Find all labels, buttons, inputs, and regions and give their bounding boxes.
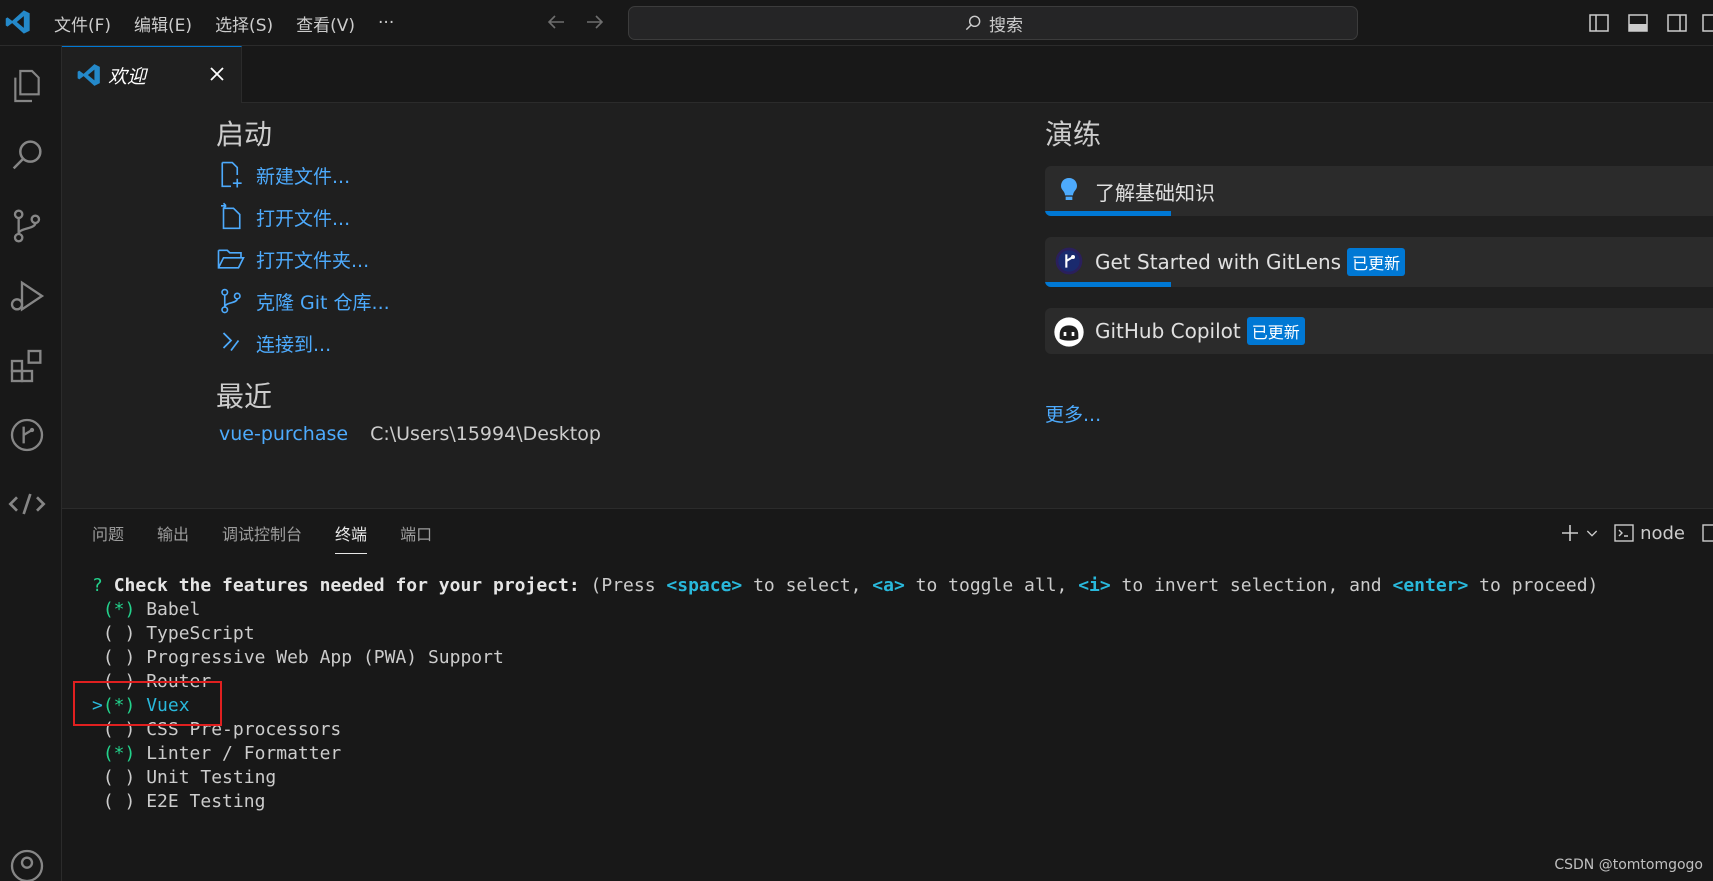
remote-explorer-icon[interactable] xyxy=(7,484,47,524)
source-control-icon xyxy=(221,288,241,314)
customize-layout-icon[interactable] xyxy=(1700,11,1713,35)
terminal-option: ( ) Progressive Web App (PWA) Support xyxy=(102,647,504,668)
folder-open-icon xyxy=(217,249,245,269)
recent-item-name[interactable]: vue-purchase xyxy=(219,423,348,445)
terminal-profile-label[interactable]: node xyxy=(1640,523,1685,544)
search-icon xyxy=(965,15,981,31)
walkthrough-card-copilot[interactable]: GitHub Copilot 已更新 xyxy=(1045,308,1713,354)
tab-problems[interactable]: 问题 xyxy=(92,521,124,554)
new-terminal-plus-icon[interactable] xyxy=(1558,521,1582,545)
source-control-icon[interactable] xyxy=(7,206,47,246)
tab-output[interactable]: 输出 xyxy=(157,521,189,554)
walkthrough-card-gitlens[interactable]: Get Started with GitLens 已更新 xyxy=(1045,237,1713,287)
terminal-prompt-line: ? Check the features needed for your pro… xyxy=(92,575,1599,596)
bottom-panel: 问题 输出 调试控制台 终端 端口 node ? Check the featu… xyxy=(62,508,1713,881)
command-center-search[interactable]: 搜索 xyxy=(628,6,1358,40)
accounts-icon[interactable] xyxy=(7,846,47,881)
editor-tab-bar: 欢迎 xyxy=(62,46,1713,103)
more-walkthroughs-link[interactable]: 更多... xyxy=(1045,400,1101,427)
toggle-secondary-sidebar-icon[interactable] xyxy=(1665,11,1689,35)
open-file-icon xyxy=(221,202,241,230)
tab-debug-console[interactable]: 调试控制台 xyxy=(222,521,302,554)
tab-label: 欢迎 xyxy=(108,65,147,88)
walkthrough-progress-bar xyxy=(1045,211,1171,216)
recent-item[interactable]: vue-purchase C:\Users\15994\Desktop xyxy=(219,423,601,445)
vscode-logo-icon xyxy=(5,10,30,34)
search-icon[interactable] xyxy=(7,135,47,175)
walkthrough-card-basics[interactable]: 了解基础知识 xyxy=(1045,166,1713,216)
toggle-panel-icon[interactable] xyxy=(1626,11,1650,35)
tab-ports[interactable]: 端口 xyxy=(400,521,432,554)
annotation-highlight-box xyxy=(73,681,222,726)
menu-bar: 文件(F) 编辑(E) 选择(S) 查看(V) ··· xyxy=(54,0,417,46)
menu-selection[interactable]: 选择(S) xyxy=(215,11,273,36)
lightbulb-icon xyxy=(1061,178,1077,200)
terminal-option: ( ) Unit Testing xyxy=(102,767,277,788)
menu-file[interactable]: 文件(F) xyxy=(54,11,111,36)
toggle-primary-sidebar-icon[interactable] xyxy=(1587,11,1611,35)
new-file-link[interactable]: 新建文件... xyxy=(216,158,350,192)
walkthrough-title: GitHub Copilot xyxy=(1095,319,1241,343)
close-icon[interactable] xyxy=(205,62,229,86)
panel-actions: node xyxy=(1558,521,1713,545)
open-folder-link[interactable]: 打开文件夹... xyxy=(216,242,369,276)
explorer-icon[interactable] xyxy=(7,66,47,106)
clone-git-repo-link[interactable]: 克隆 Git 仓库... xyxy=(216,284,390,318)
copilot-icon xyxy=(1054,317,1084,347)
walkthrough-progress-bar xyxy=(1045,282,1171,287)
chevron-down-icon[interactable] xyxy=(1584,525,1600,541)
extensions-icon[interactable] xyxy=(7,346,47,386)
vscode-logo-icon xyxy=(77,64,100,86)
welcome-page: 启动 新建文件... 打开文件... 打开文件夹... 克隆 Git 仓库...… xyxy=(62,103,1713,508)
gitlens-icon[interactable] xyxy=(7,415,47,455)
terminal-option: ( ) TypeScript xyxy=(102,623,255,644)
terminal-output[interactable]: ? Check the features needed for your pro… xyxy=(92,574,1598,814)
terminal-icon xyxy=(1614,524,1634,542)
walkthrough-title: Get Started with GitLens xyxy=(1095,250,1342,274)
menu-more[interactable]: ··· xyxy=(378,13,394,33)
updated-badge: 已更新 xyxy=(1246,317,1305,345)
updated-badge: 已更新 xyxy=(1347,248,1406,276)
split-terminal-icon[interactable] xyxy=(1701,521,1713,545)
forward-arrow-icon[interactable] xyxy=(583,10,607,34)
walkthrough-title: 了解基础知识 xyxy=(1095,181,1215,205)
back-arrow-icon[interactable] xyxy=(544,10,568,34)
tab-welcome[interactable]: 欢迎 xyxy=(62,46,242,103)
run-debug-icon[interactable] xyxy=(7,276,47,316)
open-file-link[interactable]: 打开文件... xyxy=(216,200,350,234)
tab-terminal[interactable]: 终端 xyxy=(335,521,368,554)
activity-bar xyxy=(0,46,62,881)
menu-edit[interactable]: 编辑(E) xyxy=(134,11,192,36)
connect-to-link[interactable]: 连接到... xyxy=(216,326,331,360)
terminal-option: ( ) E2E Testing xyxy=(102,791,266,812)
remote-connect-icon xyxy=(222,332,240,352)
terminal-option: ( ) CSS Pre-processors xyxy=(102,719,342,740)
search-label: 搜索 xyxy=(989,15,1023,36)
terminal-option: ( ) Router xyxy=(102,671,212,692)
watermark: CSDN @tomtomgogo xyxy=(1554,857,1703,873)
start-section-title: 启动 xyxy=(216,118,273,151)
menu-view[interactable]: 查看(V) xyxy=(296,11,355,36)
terminal-option-selected: >(*) Vuex xyxy=(92,695,190,716)
gitlens-logo-icon xyxy=(1055,247,1083,275)
new-file-icon xyxy=(221,161,242,188)
recent-item-path: C:\Users\15994\Desktop xyxy=(370,423,601,445)
walkthroughs-section-title: 演练 xyxy=(1045,118,1102,151)
recent-section-title: 最近 xyxy=(216,380,273,413)
terminal-option: (*) Linter / Formatter xyxy=(102,743,342,764)
panel-tab-bar: 问题 输出 调试控制台 终端 端口 xyxy=(92,521,465,554)
terminal-option: (*) Babel xyxy=(102,599,201,620)
title-bar: 文件(F) 编辑(E) 选择(S) 查看(V) ··· 搜索 xyxy=(0,0,1713,46)
